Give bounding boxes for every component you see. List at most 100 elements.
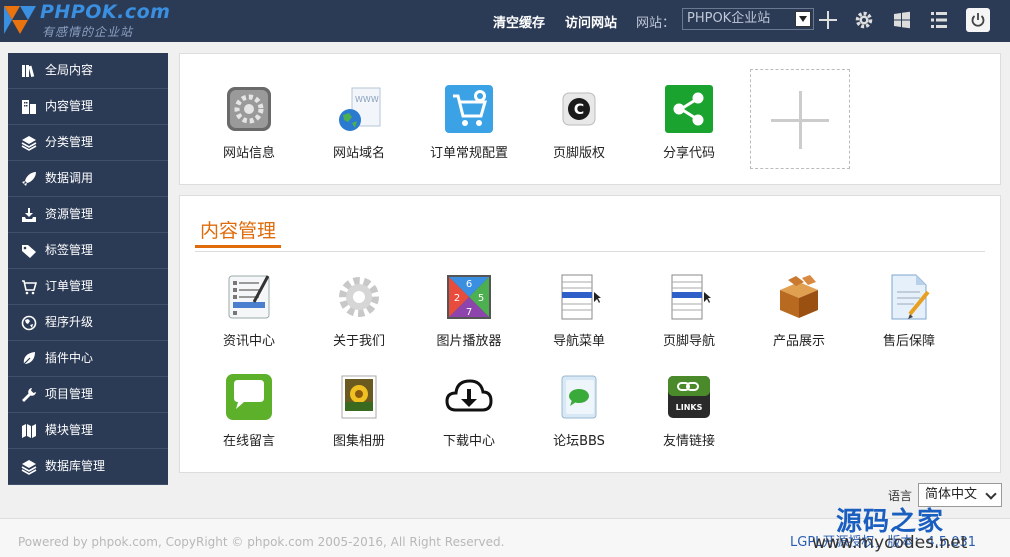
copyright-icon: C: [562, 92, 596, 126]
sidebar-item-label: 标签管理: [45, 243, 94, 257]
tile-products[interactable]: 产品展示: [744, 272, 854, 349]
logo-text: PHPOK.com: [40, 1, 171, 23]
sidebar-item-orders[interactable]: 订单管理: [8, 269, 168, 305]
leaf-icon: [21, 352, 35, 367]
section-title: 内容管理: [195, 216, 282, 248]
tile-label: 网站信息: [222, 146, 275, 161]
cart-icon: [22, 280, 37, 295]
tile-footer-copyright[interactable]: C 页脚版权: [524, 84, 634, 161]
sidebar-item-label: 数据库管理: [45, 459, 106, 473]
sidebar-item-label: 订单管理: [45, 279, 94, 293]
tile-links[interactable]: LINKS 友情链接: [634, 372, 744, 449]
tile-label: 订单常规配置: [429, 146, 508, 161]
news-icon: [228, 275, 270, 319]
svg-text:LINKS: LINKS: [676, 403, 703, 412]
sidebar-item-category[interactable]: 分类管理: [8, 125, 168, 161]
sidebar-item-global-content[interactable]: 全局内容: [8, 53, 168, 89]
sidebar-item-label: 内容管理: [45, 99, 94, 113]
language-select-value: 简体中文: [925, 487, 978, 502]
tile-label: 网站域名: [332, 146, 385, 161]
sidebar: 全局内容 内容管理 分类管理 数据调用 资源管理 标签管理 订单管理 程序升级 …: [8, 53, 168, 485]
sidebar-item-label: 分类管理: [45, 135, 94, 149]
wrench-icon: [22, 388, 36, 402]
svg-text:5: 5: [478, 293, 484, 304]
plus-icon[interactable]: [817, 9, 839, 31]
visit-site-link[interactable]: 访问网站: [565, 12, 617, 31]
sidebar-item-modules[interactable]: 模块管理: [8, 413, 168, 449]
svg-text:7: 7: [466, 307, 472, 318]
content-management-panel: 内容管理 资讯中心 关于我们 6 5 7 2 图片播放器 导航菜单 页脚导航 产…: [179, 195, 1001, 473]
tile-album[interactable]: 图集相册: [304, 372, 414, 449]
tile-label: 导航菜单: [552, 334, 605, 349]
tile-label: 售后保障: [882, 334, 935, 349]
layers-icon: [21, 136, 37, 151]
tile-site-info[interactable]: 网站信息: [194, 84, 304, 161]
nav-menu-icon: [561, 274, 601, 320]
aftersale-icon: [891, 274, 930, 320]
tile-about[interactable]: 关于我们: [304, 272, 414, 349]
power-icon: [971, 13, 985, 27]
sidebar-item-upgrade[interactable]: 程序升级: [8, 305, 168, 341]
tile-aftersale[interactable]: 售后保障: [854, 272, 964, 349]
tags-icon: [22, 245, 36, 258]
sidebar-item-database[interactable]: 数据库管理: [8, 449, 168, 485]
gear-icon[interactable]: [853, 9, 875, 31]
tile-nav-menu[interactable]: 导航菜单: [524, 272, 634, 349]
sidebar-item-label: 插件中心: [45, 351, 94, 365]
svg-text:2: 2: [454, 293, 460, 304]
tile-label: 下载中心: [442, 434, 495, 449]
slideshow-icon: 6 5 7 2: [447, 275, 491, 319]
sidebar-item-plugins[interactable]: 插件中心: [8, 341, 168, 377]
database-icon: [21, 460, 37, 475]
tile-forum[interactable]: 论坛BBS: [524, 372, 634, 449]
clear-cache-link[interactable]: 清空缓存: [493, 12, 545, 31]
tile-label: 资讯中心: [222, 334, 275, 349]
message-icon: [226, 374, 272, 420]
site-select-value: PHPOK企业站: [687, 11, 771, 26]
tile-download-center[interactable]: 下载中心: [414, 372, 524, 449]
sidebar-item-label: 项目管理: [45, 387, 94, 401]
tile-news[interactable]: 资讯中心: [194, 272, 304, 349]
links-icon: LINKS: [668, 376, 710, 418]
sidebar-item-data-call[interactable]: 数据调用: [8, 161, 168, 197]
sidebar-item-tags[interactable]: 标签管理: [8, 233, 168, 269]
product-icon: [780, 275, 818, 318]
tile-order-config[interactable]: 订单常规配置: [414, 84, 524, 161]
footer-nav-icon: [671, 274, 711, 320]
list-icon[interactable]: [928, 9, 950, 31]
tile-label: 关于我们: [332, 334, 385, 349]
domain-icon: WWW: [339, 87, 381, 131]
map-icon: [22, 424, 36, 438]
windows-icon[interactable]: [891, 9, 913, 31]
order-config-icon: [445, 85, 493, 133]
logout-button[interactable]: [966, 8, 990, 32]
sidebar-item-resources[interactable]: 资源管理: [8, 197, 168, 233]
tile-share-code[interactable]: 分享代码: [634, 84, 744, 161]
sidebar-item-projects[interactable]: 项目管理: [8, 377, 168, 413]
sidebar-item-label: 模块管理: [45, 423, 94, 437]
sidebar-item-content[interactable]: 内容管理: [8, 89, 168, 125]
sidebar-item-label: 资源管理: [45, 207, 94, 221]
logo[interactable]: PHPOK.com 有感情的企业站: [0, 0, 200, 42]
site-info-icon: [227, 87, 271, 131]
site-select[interactable]: PHPOK企业站: [682, 8, 814, 30]
logo-mark-icon: [4, 6, 36, 34]
cloud-download-icon: [445, 379, 493, 412]
tile-domain[interactable]: WWW 网站域名: [304, 84, 414, 161]
share-icon: [665, 85, 713, 133]
download-tray-icon: [22, 208, 36, 222]
building-icon: [22, 100, 36, 114]
add-shortcut-button[interactable]: [750, 69, 850, 169]
tile-label: 页脚版权: [552, 146, 605, 161]
svg-text:C: C: [574, 102, 584, 118]
svg-text:WWW: WWW: [355, 95, 379, 104]
tile-slideshow[interactable]: 6 5 7 2 图片播放器: [414, 272, 524, 349]
tile-footer-nav[interactable]: 页脚导航: [634, 272, 744, 349]
svg-text:6: 6: [466, 279, 472, 290]
tile-guestbook[interactable]: 在线留言: [194, 372, 304, 449]
tile-label: 图片播放器: [436, 334, 502, 349]
quick-settings-panel: 网站信息 WWW 网站域名 订单常规配置 C 页脚版权 分享代码: [179, 53, 1001, 185]
chevron-down-icon: [985, 488, 997, 500]
forum-icon: [561, 375, 597, 419]
top-header: PHPOK.com 有感情的企业站 清空缓存 访问网站 网站： PHPOK企业站: [0, 0, 1010, 42]
